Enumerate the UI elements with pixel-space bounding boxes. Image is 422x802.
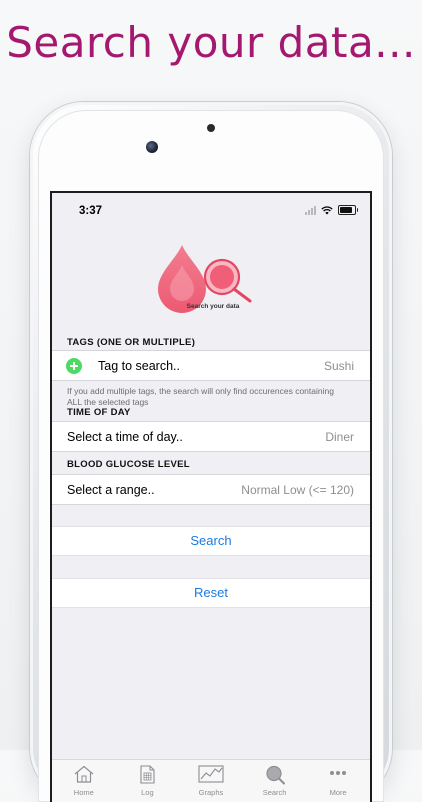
marketing-headline: Search your data... (6, 18, 416, 67)
logo-caption: Search your data (186, 303, 240, 310)
tab-more[interactable]: More (306, 760, 370, 802)
tab-home-label: Home (73, 788, 94, 797)
glucose-range-cell[interactable]: Select a range.. Normal Low (<= 120) (52, 474, 370, 505)
tag-search-value: Sushi (323, 358, 354, 373)
search-icon (265, 765, 285, 785)
add-tag-icon[interactable] (66, 357, 82, 374)
phone-speaker (207, 124, 215, 132)
more-icon (330, 771, 347, 775)
battery-icon (338, 205, 358, 215)
status-icons (305, 205, 358, 215)
tags-section-header: TAGS (ONE OR MULTIPLE) (67, 337, 196, 348)
log-icon (140, 765, 155, 784)
tags-footnote: If you add multiple tags, the search wil… (67, 386, 334, 407)
status-bar: 3:37 (52, 193, 370, 225)
home-icon (74, 765, 94, 783)
signal-icon (305, 205, 316, 215)
status-time: 3:37 (79, 205, 103, 217)
time-section-header: TIME OF DAY (67, 407, 131, 418)
time-of-day-cell[interactable]: Select a time of day.. Diner (52, 421, 370, 452)
tab-search-label: Search (262, 788, 287, 797)
reset-button[interactable]: Reset (52, 578, 370, 608)
glucose-range-label: Select a range.. (67, 482, 155, 497)
tab-graphs-label: Graphs (198, 788, 224, 797)
phone-camera (146, 141, 158, 153)
tab-graphs[interactable]: Graphs (179, 760, 243, 802)
tab-log[interactable]: Log (116, 760, 180, 802)
tab-more-label: More (329, 788, 347, 797)
tab-log-label: Log (141, 788, 154, 797)
tab-bar: Home Log Graphs Search More (52, 759, 370, 802)
tag-search-cell[interactable]: Tag to search.. Sushi (52, 350, 370, 381)
glucose-section-header: BLOOD GLUCOSE LEVEL (67, 459, 190, 470)
wifi-icon (321, 205, 333, 214)
graphs-icon (198, 765, 224, 783)
phone-frame: 3:37 Search your data TAGS (ONE OR MULTI… (30, 102, 392, 802)
search-button[interactable]: Search (52, 526, 370, 556)
tab-home[interactable]: Home (52, 760, 116, 802)
time-of-day-label: Select a time of day.. (67, 429, 183, 444)
time-of-day-value: Diner (325, 429, 354, 444)
tab-search[interactable]: Search (243, 760, 307, 802)
tag-search-label: Tag to search.. (98, 358, 180, 373)
glucose-range-value: Normal Low (<= 120) (241, 482, 354, 497)
app-screen: 3:37 Search your data TAGS (ONE OR MULTI… (52, 193, 370, 802)
